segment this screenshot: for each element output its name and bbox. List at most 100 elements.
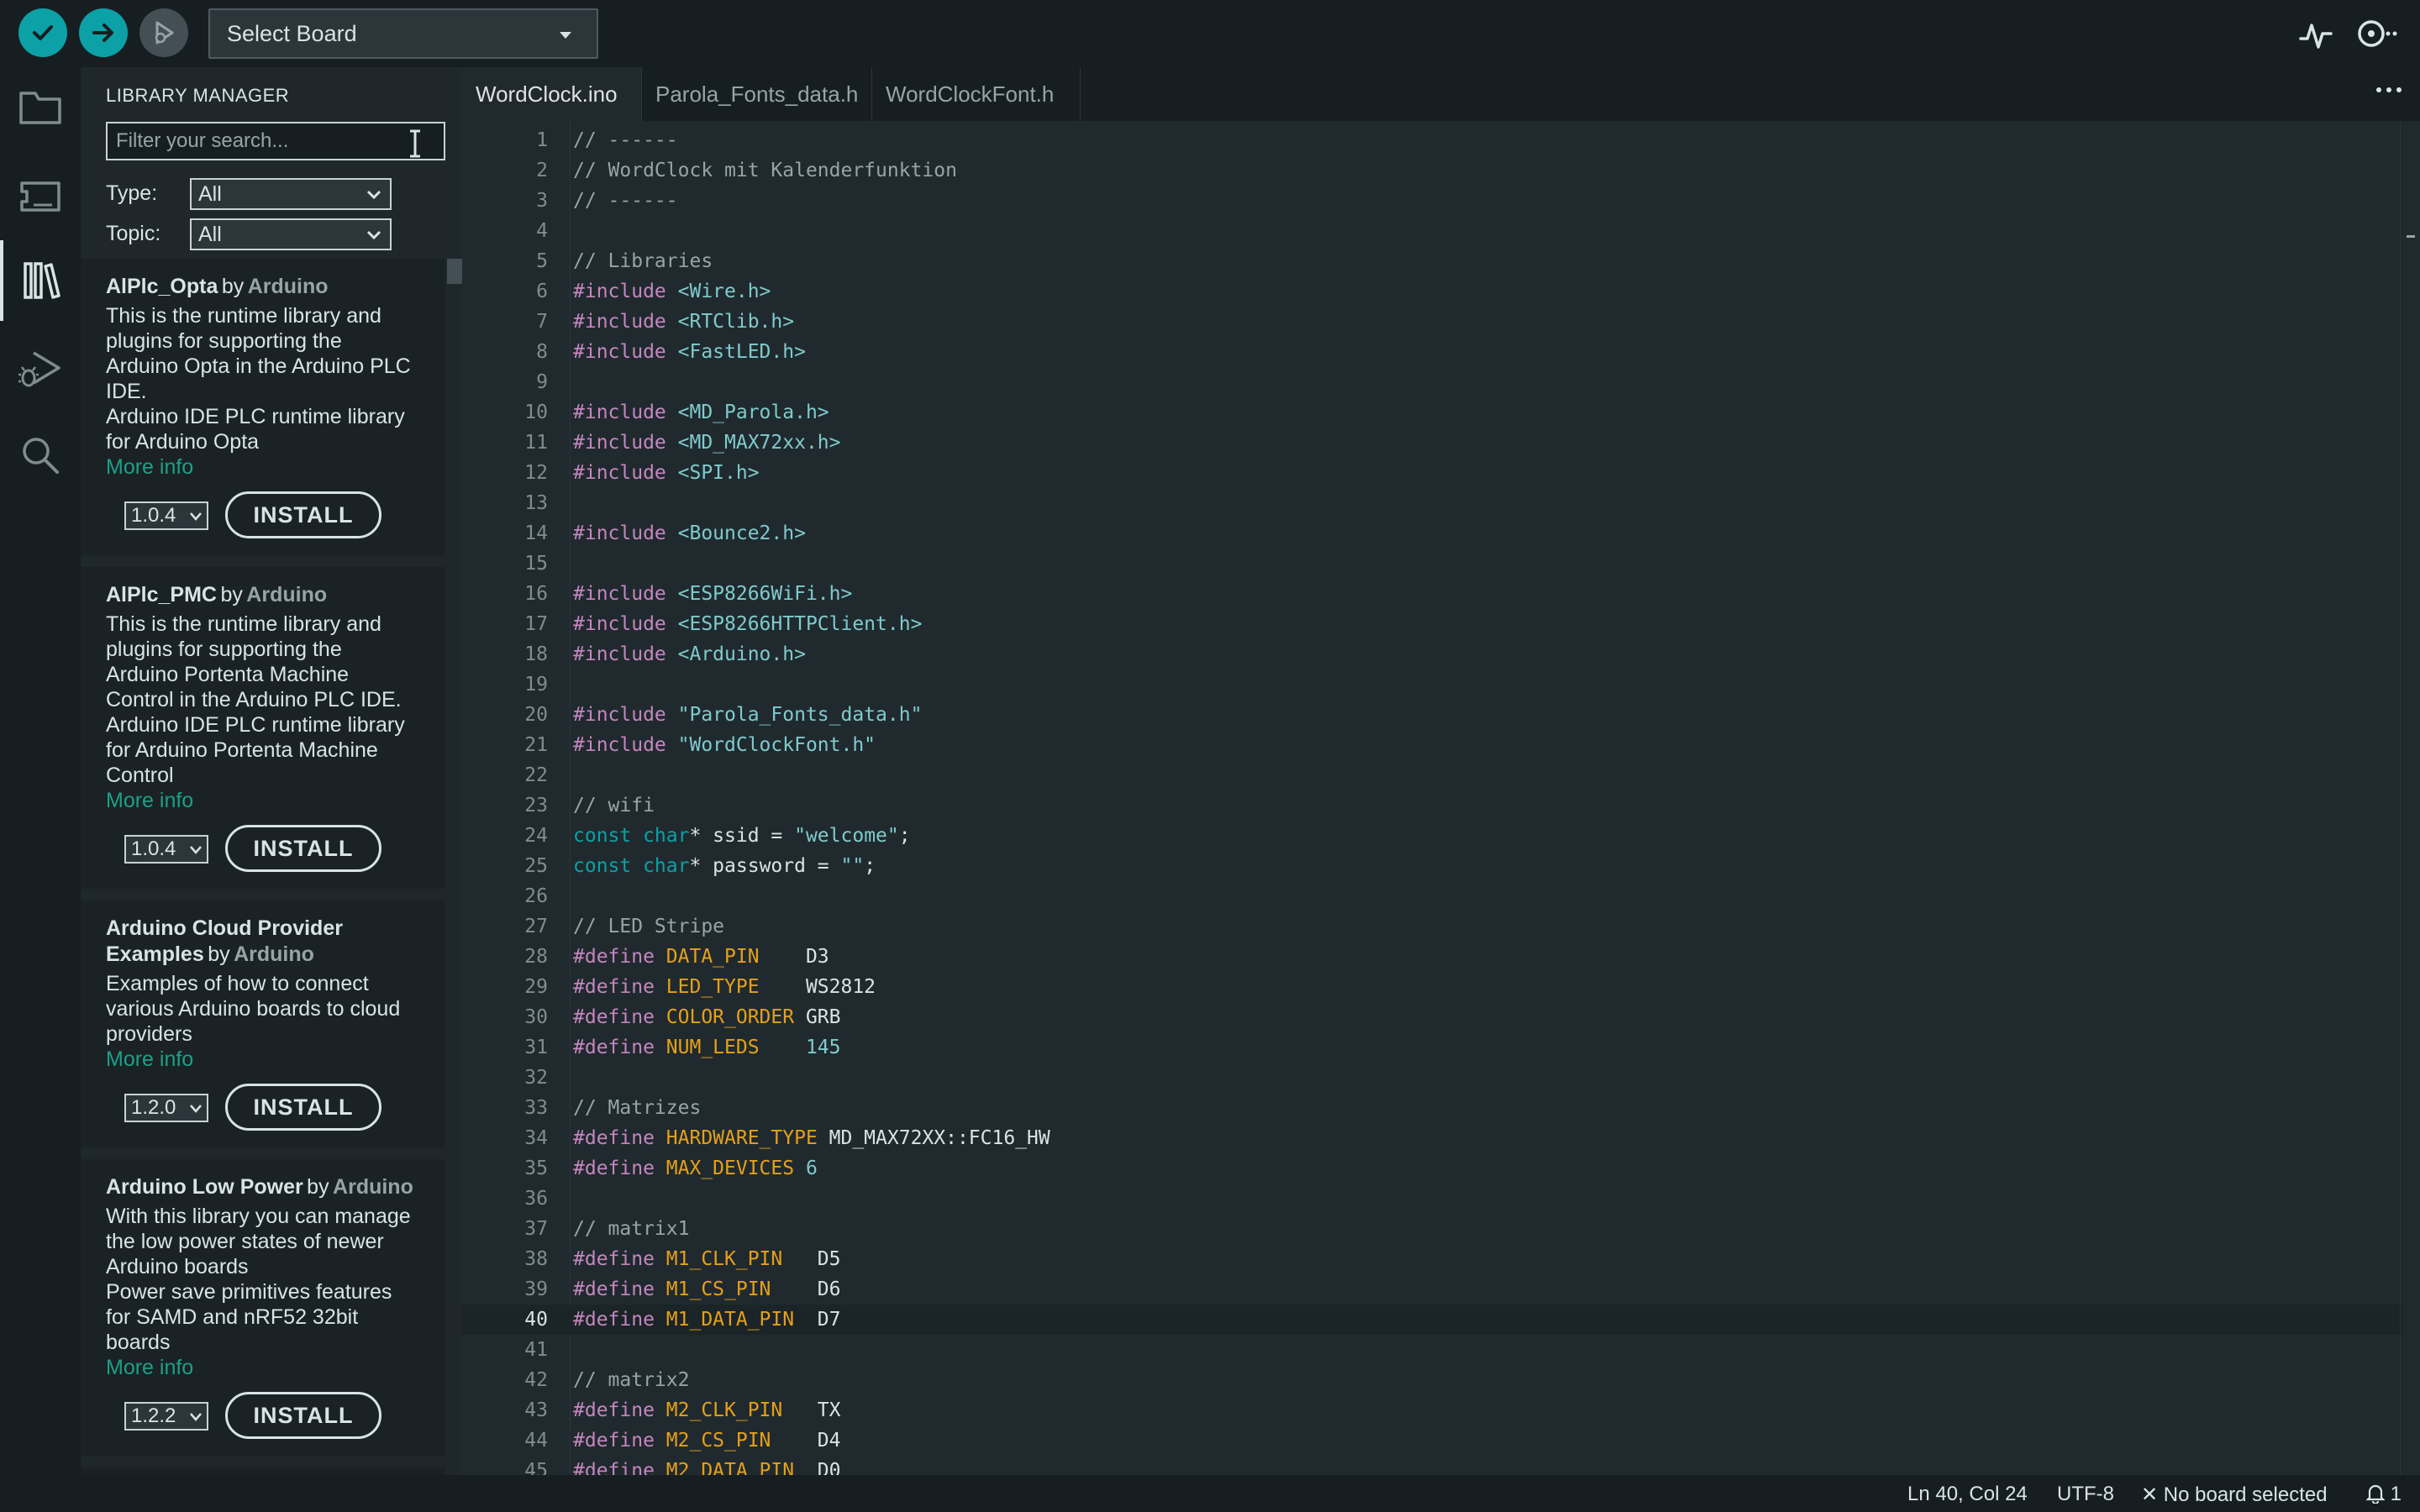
more-info-link[interactable]: More info — [106, 1047, 429, 1072]
tab-wordclockfont-h[interactable]: WordClockFont.h — [872, 67, 1081, 121]
debug-button[interactable] — [139, 8, 188, 57]
code-line[interactable]: 8 #include <FastLED.h> — [462, 337, 2403, 367]
tab-wordclock-ino[interactable]: WordClock.ino — [462, 67, 642, 121]
version-select[interactable]: 1.2.2 — [124, 1402, 208, 1431]
encoding[interactable]: UTF-8 — [2057, 1483, 2114, 1506]
code-line[interactable]: 32 — [462, 1063, 2403, 1093]
code-line[interactable]: 13 — [462, 488, 2403, 518]
search-view-button[interactable] — [0, 415, 81, 496]
code-editor[interactable]: 1 // ------ 2 // WordClock mit Kalenderfunk… — [462, 121, 2420, 1475]
code-line[interactable]: 42 // matrix2 — [462, 1365, 2403, 1395]
code-line[interactable]: 38 #define M1_CLK_PIN D5 — [462, 1244, 2403, 1274]
serial-monitor-button[interactable] — [2353, 15, 2400, 55]
code-token: <FastLED.h> — [677, 341, 806, 363]
library-search-input[interactable] — [106, 122, 445, 160]
more-info-link[interactable]: More info — [106, 788, 429, 813]
editor-tabbar: WordClock.ino Parola_Fonts_data.h WordCl… — [462, 67, 2420, 121]
code-line[interactable]: 28 #define DATA_PIN D3 — [462, 942, 2403, 972]
board-select[interactable]: Select Board — [208, 8, 598, 59]
line-number: 9 — [536, 371, 548, 393]
code-line[interactable]: 2 // WordClock mit Kalenderfunktion — [462, 155, 2403, 186]
code-line[interactable]: 39 #define M1_CS_PIN D6 — [462, 1274, 2403, 1305]
code-line[interactable]: 5 // Libraries — [462, 246, 2403, 276]
version-select[interactable]: 1.0.4 — [124, 835, 208, 864]
code-line[interactable]: 22 — [462, 760, 2403, 790]
code-line[interactable]: 21 #include "WordClockFont.h" — [462, 730, 2403, 760]
code-line[interactable]: 36 — [462, 1184, 2403, 1214]
code-token: #define — [573, 1158, 666, 1179]
notifications-button[interactable]: 1 — [2365, 1483, 2402, 1506]
description-line: the low power states of newer — [106, 1230, 384, 1253]
library-author: Arduino — [247, 275, 329, 298]
topic-filter-select[interactable]: All — [190, 218, 392, 250]
version-select[interactable]: 1.0.4 — [124, 501, 208, 530]
code-token: 6 — [805, 1158, 818, 1179]
code-line[interactable]: 44 #define M2_CS_PIN D4 — [462, 1425, 2403, 1456]
code-line[interactable]: 25 const char* password = ""; — [462, 851, 2403, 881]
more-info-link[interactable]: More info — [106, 1355, 429, 1380]
code-line[interactable]: 10 #include <MD_Parola.h> — [462, 397, 2403, 428]
ellipsis-icon[interactable] — [2375, 86, 2403, 94]
code-line[interactable]: 7 #include <RTClib.h> — [462, 307, 2403, 337]
code-token: #include — [573, 613, 678, 635]
code-line[interactable]: 35 #define MAX_DEVICES 6 — [462, 1153, 2403, 1184]
code-line[interactable]: 19 — [462, 669, 2403, 700]
code-line[interactable]: 26 — [462, 881, 2403, 911]
code-line[interactable]: 15 — [462, 549, 2403, 579]
type-filter-select[interactable]: All — [190, 178, 392, 210]
code-line[interactable]: 24 const char* ssid = "welcome"; — [462, 821, 2403, 851]
library-author: Arduino — [333, 1175, 413, 1199]
code-line[interactable]: 11 #include <MD_MAX72xx.h> — [462, 428, 2403, 458]
code-line[interactable]: 9 — [462, 367, 2403, 397]
code-line[interactable]: 23 // wifi — [462, 790, 2403, 821]
code-line[interactable]: 20 #include "Parola_Fonts_data.h" — [462, 700, 2403, 730]
code-line[interactable]: 14 #include <Bounce2.h> — [462, 518, 2403, 549]
verify-button[interactable] — [18, 8, 67, 57]
code-line[interactable]: 6 #include <Wire.h> — [462, 276, 2403, 307]
code-line[interactable]: 34 #define HARDWARE_TYPE MD_MAX72XX::FC16… — [462, 1123, 2403, 1153]
sketchbook-button[interactable] — [0, 67, 81, 148]
code-token: WS2812 — [759, 976, 876, 998]
code-token: LED_TYPE — [666, 976, 760, 998]
install-button[interactable]: INSTALL — [225, 1392, 381, 1439]
tab-parola-fonts-data[interactable]: Parola_Fonts_data.h — [642, 67, 872, 121]
code-line[interactable]: 3 // ------ — [462, 186, 2403, 216]
code-line[interactable]: 27 // LED Stripe — [462, 911, 2403, 942]
code-line[interactable]: 4 — [462, 216, 2403, 246]
boards-manager-button[interactable] — [0, 156, 81, 237]
library-list-scrollbar[interactable] — [447, 259, 462, 284]
board-status[interactable]: ✕ No board selected — [2141, 1483, 2328, 1507]
library-actions: 1.2.2 INSTALL — [106, 1392, 429, 1439]
debug-view-button[interactable] — [0, 329, 81, 410]
code-token: #include — [573, 402, 678, 423]
code-line[interactable]: 43 #define M2_CLK_PIN TX — [462, 1395, 2403, 1425]
library-manager-button[interactable] — [0, 240, 81, 321]
code-line[interactable]: 33 // Matrizes — [462, 1093, 2403, 1123]
install-button[interactable]: INSTALL — [225, 1084, 381, 1131]
line-number: 4 — [536, 220, 548, 242]
code-line[interactable]: 30 #define COLOR_ORDER GRB — [462, 1002, 2403, 1032]
status-bar: Ln 40, Col 24 UTF-8 ✕ No board selected … — [0, 1475, 2420, 1512]
description-line: Examples of how to connect — [106, 972, 369, 995]
editor-overview-ruler[interactable] — [2400, 121, 2420, 1475]
version-select[interactable]: 1.2.0 — [124, 1094, 208, 1122]
cursor-position[interactable]: Ln 40, Col 24 — [1907, 1483, 2028, 1506]
code-line[interactable]: 31 #define NUM_LEDS 145 — [462, 1032, 2403, 1063]
install-button[interactable]: INSTALL — [225, 491, 381, 538]
code-line[interactable]: 12 #include <SPI.h> — [462, 458, 2403, 488]
install-button[interactable]: INSTALL — [225, 825, 381, 872]
code-line[interactable]: 17 #include <ESP8266HTTPClient.h> — [462, 609, 2403, 639]
tab-label: WordClock.ino — [476, 81, 618, 107]
code-line[interactable]: 18 #include <Arduino.h> — [462, 639, 2403, 669]
code-line[interactable]: 16 #include <ESP8266WiFi.h> — [462, 579, 2403, 609]
code-line[interactable]: 40 #define M1_DATA_PIN D7 — [462, 1305, 2403, 1335]
code-line[interactable]: 1 // ------ — [462, 125, 2403, 155]
more-info-link[interactable]: More info — [106, 454, 429, 480]
serial-plotter-button[interactable] — [2296, 15, 2336, 55]
description-line: plugins for supporting the — [106, 638, 342, 661]
code-line[interactable]: 41 — [462, 1335, 2403, 1365]
code-line[interactable]: 29 #define LED_TYPE WS2812 — [462, 972, 2403, 1002]
upload-button[interactable] — [79, 8, 128, 57]
code-line[interactable]: 37 // matrix1 — [462, 1214, 2403, 1244]
code-line[interactable]: 45 #define M2_DATA_PIN D0 — [462, 1456, 2403, 1475]
